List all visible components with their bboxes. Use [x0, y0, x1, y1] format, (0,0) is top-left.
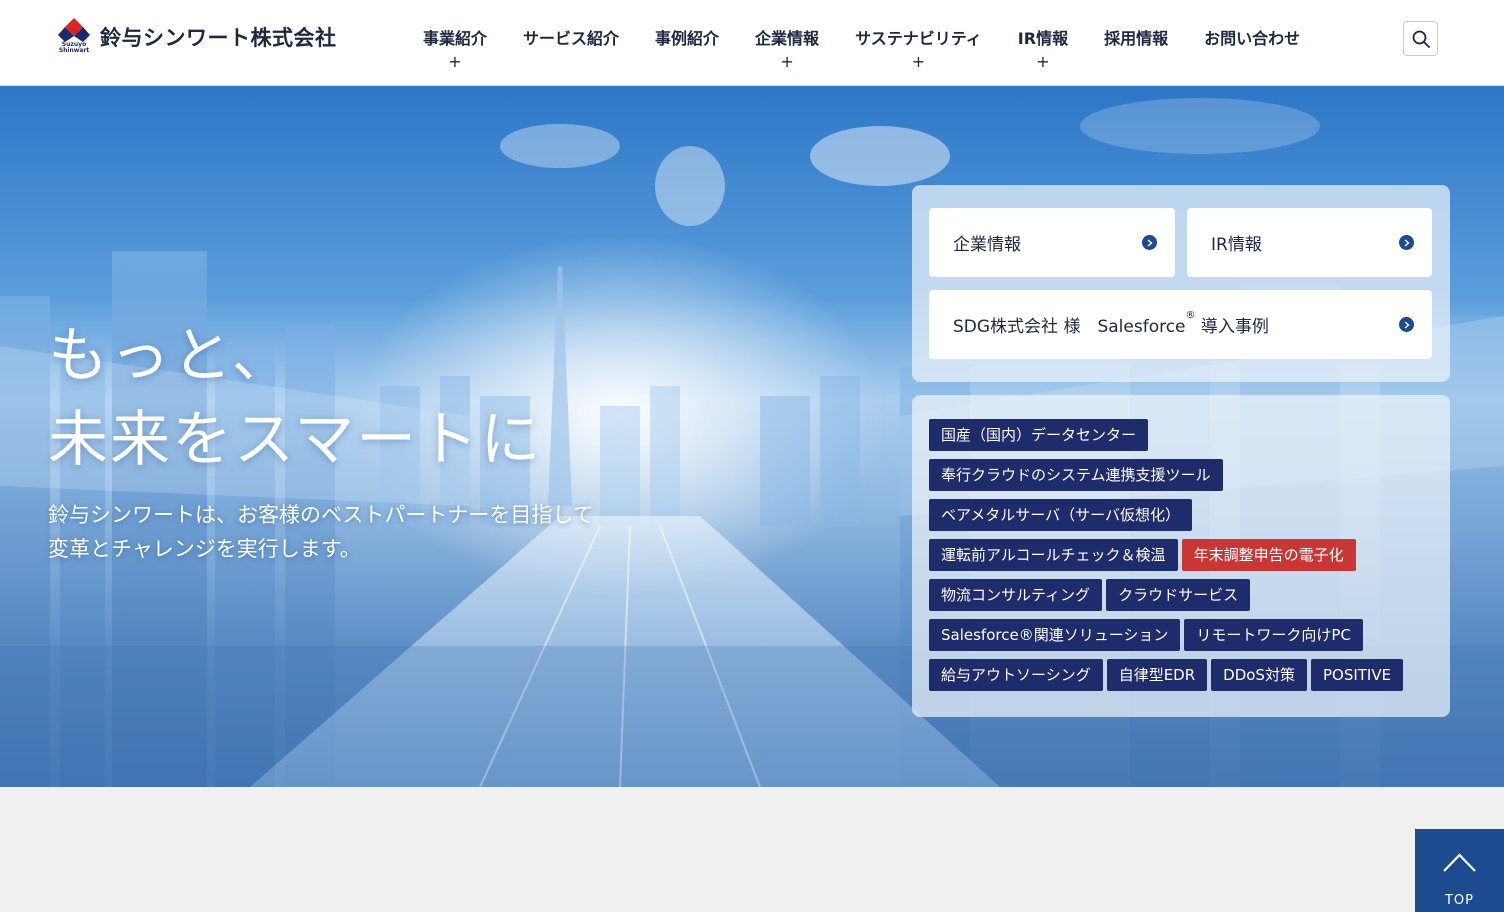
nav-item[interactable]: サステナビリティ +	[837, 22, 1000, 70]
nav-item-label: 事例紹介	[655, 29, 720, 48]
service-tag-list: 国産（国内）データセンター奉行クラウドのシステム連携支援ツール ベアメタルサーバ（…	[929, 419, 1439, 699]
back-to-top-button[interactable]: TOP	[1415, 829, 1504, 912]
nav-item-label: サステナビリティ	[855, 29, 982, 48]
nav-item-label: 事業紹介	[423, 29, 488, 48]
expand-plus-icon[interactable]: +	[1000, 54, 1086, 70]
nav-item[interactable]: 企業情報 +	[737, 22, 837, 70]
quick-links-panel: 企業情報 IR情報 SDG株式会社 様 Salesforce® 導入事例	[912, 185, 1450, 382]
nav-item-label: IR情報	[1017, 29, 1069, 48]
service-tag[interactable]: 国産（国内）データセンター	[929, 419, 1149, 451]
nav-item-label: 企業情報	[755, 29, 820, 48]
hero-subtitle: 鈴与シンワートは、お客様のベストパートナーを目指して 変革とチャレンジを実行しま…	[48, 498, 594, 566]
chevron-up-icon	[1443, 853, 1476, 872]
service-tags-panel: 国産（国内）データセンター奉行クラウドのシステム連携支援ツール ベアメタルサーバ（…	[912, 395, 1450, 717]
hero-section: もっと、 未来をスマートに 鈴与シンワートは、お客様のベストパートナーを目指して…	[0, 86, 1504, 787]
hero-subtitle-line2: 変革とチャレンジを実行します。	[48, 537, 361, 561]
service-tag[interactable]: クラウドサービス	[1106, 579, 1251, 611]
corporate-info-link[interactable]: 企業情報	[929, 208, 1175, 277]
case-study-label: SDG株式会社 様 Salesforce® 導入事例	[953, 310, 1269, 337]
service-tag[interactable]: 給与アウトソーシング	[929, 659, 1103, 691]
tag-row: ベアメタルサーバ（サーバ仮想化）	[929, 499, 1439, 531]
nav-item-label: 採用情報	[1104, 29, 1169, 48]
corporate-info-label: 企業情報	[953, 235, 1021, 255]
tag-row: 国産（国内）データセンター	[929, 419, 1439, 451]
expand-plus-icon[interactable]: +	[405, 54, 505, 70]
hero-title-line1: もっと、	[48, 321, 294, 391]
tag-row: 運転前アルコールチェック＆検温 年末調整申告の電子化	[929, 539, 1439, 571]
nav-item[interactable]: 事業紹介 +	[405, 22, 505, 70]
logo-subtext: Suzuyo Shinwart	[58, 41, 90, 54]
chevron-right-icon	[1142, 235, 1157, 250]
service-tag[interactable]: POSITIVE	[1310, 659, 1404, 691]
hero-title-line2: 未来をスマートに	[48, 405, 543, 475]
company-name: 鈴与シンワート株式会社	[100, 26, 337, 50]
search-button[interactable]	[1403, 21, 1438, 56]
nav-item[interactable]: お問い合わせ	[1186, 22, 1318, 56]
search-icon	[1412, 30, 1430, 48]
chevron-right-icon	[1399, 317, 1414, 332]
case-study-link[interactable]: SDG株式会社 様 Salesforce® 導入事例	[929, 290, 1432, 359]
service-tag[interactable]: 物流コンサルティング	[929, 579, 1103, 611]
hero-title: もっと、 未来をスマートに	[48, 314, 542, 482]
service-tag[interactable]: 運転前アルコールチェック＆検温	[929, 539, 1178, 571]
nav-item[interactable]: 採用情報	[1086, 22, 1186, 56]
ir-info-link[interactable]: IR情報	[1187, 208, 1432, 277]
nav-item[interactable]: サービス紹介	[505, 22, 637, 56]
tag-row: 物流コンサルティング クラウドサービス	[929, 579, 1439, 611]
site-header: Suzuyo Shinwart 鈴与シンワート株式会社 事業紹介 + サービス紹介事…	[0, 0, 1504, 86]
tag-row: Salesforce®関連ソリューション リモートワーク向けPC	[929, 619, 1439, 651]
nav-item[interactable]: IR情報 +	[1000, 22, 1086, 70]
nav-item-label: お問い合わせ	[1204, 29, 1301, 48]
hero-subtitle-line1: 鈴与シンワートは、お客様のベストパートナーを目指して	[48, 503, 594, 527]
service-tag[interactable]: 年末調整申告の電子化	[1181, 539, 1356, 571]
expand-plus-icon[interactable]: +	[837, 54, 1000, 70]
tag-row: 奉行クラウドのシステム連携支援ツール	[929, 459, 1439, 491]
nav-item[interactable]: 事例紹介	[637, 22, 737, 56]
chevron-right-icon	[1399, 235, 1414, 250]
tag-row: 給与アウトソーシング 自律型EDR DDoS対策 POSITIVE	[929, 659, 1439, 691]
service-tag[interactable]: ベアメタルサーバ（サーバ仮想化）	[929, 499, 1192, 531]
nav-item-label: サービス紹介	[523, 29, 620, 48]
main-nav: 事業紹介 + サービス紹介 事例紹介 企業情報 + サステナビリティ + IR情報 + 採用情報 お問…	[405, 22, 1318, 70]
logo[interactable]: Suzuyo Shinwart 鈴与シンワート株式会社	[58, 18, 337, 56]
service-tag[interactable]: Salesforce®関連ソリューション	[929, 619, 1181, 651]
expand-plus-icon[interactable]: +	[737, 54, 837, 70]
logo-mark-icon: Suzuyo Shinwart	[58, 18, 90, 56]
ir-info-label: IR情報	[1211, 235, 1262, 255]
back-to-top-label: TOP	[1444, 893, 1474, 908]
service-tag[interactable]: 奉行クラウドのシステム連携支援ツール	[929, 459, 1223, 491]
service-tag[interactable]: DDoS対策	[1211, 659, 1307, 691]
service-tag[interactable]: リモートワーク向けPC	[1184, 619, 1363, 651]
service-tag[interactable]: 自律型EDR	[1106, 659, 1208, 691]
